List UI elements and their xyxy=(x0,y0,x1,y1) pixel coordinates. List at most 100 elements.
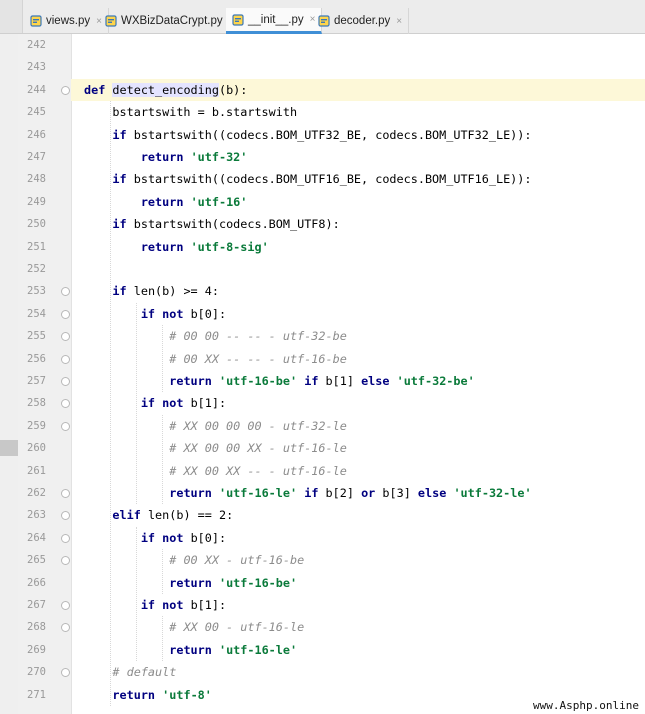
code-text: # XX 00 - utf-16-le xyxy=(169,620,305,635)
code-text: if not b[1]: xyxy=(140,598,227,612)
code-text: if bstartswith(codecs.BOM_UTF8): xyxy=(112,217,340,232)
code-line[interactable]: 256 # 00 XX -- -- - utf-16-be xyxy=(27,348,645,370)
code-line[interactable]: 243 xyxy=(27,56,645,78)
fold-marker-icon[interactable] xyxy=(61,377,70,386)
fold-marker-icon[interactable] xyxy=(61,354,70,364)
line-number: 256 xyxy=(27,352,46,365)
code-line[interactable]: 258 if not b[1]: xyxy=(27,392,645,414)
code-text: if bstartswith((codecs.BOM_UTF32_BE, cod… xyxy=(112,127,532,142)
editor-tab-bar: views.py × WXBizDataCrypt.py × __init__.… xyxy=(0,0,645,34)
code-line[interactable]: 261 # XX 00 XX -- - utf-16-le xyxy=(27,460,645,482)
code-text: # 00 XX - utf-16-be xyxy=(169,553,305,568)
line-number: 269 xyxy=(27,643,46,656)
code-text: if not b[1]: xyxy=(140,396,227,411)
code-text: # XX 00 00 00 - utf-32-le xyxy=(169,418,347,433)
indent-guide xyxy=(162,549,163,594)
python-file-icon xyxy=(232,13,244,26)
code-line[interactable]: 269 return 'utf-16-le' xyxy=(27,639,645,661)
line-number: 266 xyxy=(27,576,46,589)
code-text: # XX 00 00 XX - utf-16-le xyxy=(169,441,347,456)
line-number: 252 xyxy=(27,263,46,275)
line-number: 267 xyxy=(27,599,46,611)
line-number: 247 xyxy=(27,151,46,163)
tab-decoder-py[interactable]: decoder.py × xyxy=(312,8,410,34)
code-text: def detect_encoding(b): xyxy=(84,82,248,97)
fold-marker-icon[interactable] xyxy=(61,601,70,610)
code-line[interactable]: 260 # XX 00 00 XX - utf-16-le xyxy=(27,437,645,459)
code-text: return 'utf-16-le' if b[2] or b[3] else … xyxy=(169,486,532,500)
line-number: 244 xyxy=(27,83,46,96)
code-line[interactable]: 267 if not b[1]: xyxy=(27,594,645,616)
line-number: 262 xyxy=(27,487,46,499)
line-number: 257 xyxy=(27,375,46,387)
python-file-icon xyxy=(105,15,117,27)
code-line[interactable]: 257 return 'utf-16-be' if b[1] else 'utf… xyxy=(27,370,645,392)
code-line[interactable]: 242 xyxy=(27,34,645,56)
code-line[interactable]: 247 return 'utf-32' xyxy=(27,146,645,168)
code-text: bstartswith = b.startswith xyxy=(84,105,298,120)
code-text: # default xyxy=(112,665,177,680)
code-line[interactable]: 251 return 'utf-8-sig' xyxy=(27,236,645,258)
code-text: return 'utf-8' xyxy=(112,687,212,702)
code-line[interactable]: 248 if bstartswith((codecs.BOM_UTF16_BE,… xyxy=(27,168,645,190)
line-number: 258 xyxy=(27,397,46,410)
tab-init-py[interactable]: __init__.py × xyxy=(226,8,323,34)
code-line[interactable]: 265 # 00 XX - utf-16-be xyxy=(27,549,645,571)
tab-wxbizdatacrypt-py[interactable]: WXBizDataCrypt.py × xyxy=(99,8,242,34)
code-line[interactable]: 245 bstartswith = b.startswith xyxy=(27,101,645,123)
code-text: return 'utf-16-le' xyxy=(169,642,298,657)
code-line[interactable]: 255 # 00 00 -- -- - utf-32-be xyxy=(27,325,645,347)
line-number: 251 xyxy=(27,240,46,253)
code-text: if bstartswith((codecs.BOM_UTF16_BE, cod… xyxy=(112,172,532,187)
fold-marker-icon[interactable] xyxy=(61,489,70,498)
code-line[interactable]: 263 elif len(b) == 2: xyxy=(27,504,645,526)
code-area[interactable]: 242 243 244 def detect_encoding(b): 245 bsta… xyxy=(27,34,645,714)
code-line[interactable]: 268 # XX 00 - utf-16-le xyxy=(27,616,645,638)
line-number: 254 xyxy=(27,307,46,320)
code-line[interactable]: 270 # default xyxy=(27,661,645,683)
indent-guide xyxy=(110,101,111,706)
code-line[interactable]: 244 def detect_encoding(b): xyxy=(27,79,645,101)
code-text: # 00 00 -- -- - utf-32-be xyxy=(169,329,347,344)
code-text: elif len(b) == 2: xyxy=(112,508,234,523)
code-line[interactable]: 252 xyxy=(27,258,645,280)
code-line[interactable]: 266 return 'utf-16-be' xyxy=(27,572,645,594)
left-tool-strip xyxy=(0,34,19,714)
code-line[interactable]: 249 return 'utf-16' xyxy=(27,191,645,213)
line-number: 268 xyxy=(27,621,46,634)
line-number: 248 xyxy=(27,173,46,186)
fold-marker-icon[interactable] xyxy=(61,421,70,431)
line-number: 263 xyxy=(27,509,46,522)
line-number: 255 xyxy=(27,330,46,343)
fold-marker-icon[interactable] xyxy=(61,309,70,319)
code-line[interactable]: 264 if not b[0]: xyxy=(27,527,645,549)
code-line[interactable]: 250 if bstartswith(codecs.BOM_UTF8): xyxy=(27,213,645,235)
line-number: 270 xyxy=(27,666,46,679)
code-text: if not b[0]: xyxy=(140,530,227,545)
code-editor[interactable]: 242 243 244 def detect_encoding(b): 245 bsta… xyxy=(0,34,645,714)
code-line[interactable]: 259 # XX 00 00 00 - utf-32-le xyxy=(27,415,645,437)
python-file-icon xyxy=(318,15,330,27)
line-number: 246 xyxy=(27,128,46,141)
close-icon[interactable]: × xyxy=(396,16,402,27)
python-file-icon xyxy=(30,15,42,27)
code-line[interactable]: 254 if not b[0]: xyxy=(27,303,645,325)
code-line[interactable]: 246 if bstartswith((codecs.BOM_UTF32_BE,… xyxy=(27,124,645,146)
line-number: 264 xyxy=(27,531,46,544)
tab-bar-edge xyxy=(0,0,23,33)
line-number: 259 xyxy=(27,419,46,432)
line-number: 253 xyxy=(27,285,46,298)
fold-marker-icon[interactable] xyxy=(61,85,70,95)
fold-marker-icon[interactable] xyxy=(61,533,70,543)
code-text: # 00 XX -- -- - utf-16-be xyxy=(169,351,347,366)
tab-views-py[interactable]: views.py × xyxy=(24,8,109,34)
code-line[interactable]: 253 if len(b) >= 4: xyxy=(27,280,645,302)
line-number: 243 xyxy=(27,61,46,74)
code-text: if not b[0]: xyxy=(140,306,227,321)
line-number: 261 xyxy=(27,464,46,477)
code-line[interactable]: 262 return 'utf-16-le' if b[2] or b[3] e… xyxy=(27,482,645,504)
indent-guide xyxy=(136,302,137,505)
code-text: if len(b) >= 4: xyxy=(112,284,219,299)
indent-guide xyxy=(136,526,137,662)
indent-guide xyxy=(162,616,163,662)
